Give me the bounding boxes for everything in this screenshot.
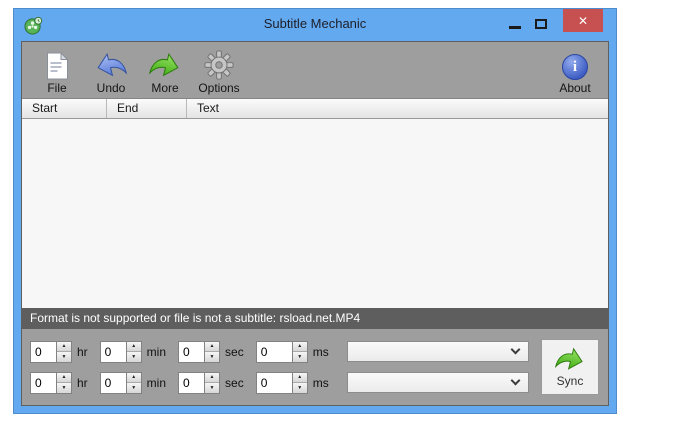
time-row-1: ▲ ▼ hr ▲ ▼ min <box>30 340 529 363</box>
sec-label: sec <box>225 344 244 359</box>
undo-icon <box>95 49 127 80</box>
spin-down-icon[interactable]: ▼ <box>292 383 307 393</box>
spin-up-icon[interactable]: ▲ <box>126 341 141 352</box>
min-label: min <box>146 344 167 359</box>
options-button[interactable]: Options <box>192 49 246 95</box>
spin-up-icon[interactable]: ▲ <box>205 341 220 352</box>
column-header-text[interactable]: Text <box>187 99 608 118</box>
about-button-label: About <box>559 81 591 95</box>
hr-label: hr <box>77 375 88 390</box>
titlebar[interactable]: Subtitle Mechanic ✕ <box>14 9 616 41</box>
minutes-input-row2[interactable] <box>99 371 126 394</box>
more-button[interactable]: More <box>138 49 192 95</box>
file-icon <box>46 49 69 80</box>
undo-button-label: Undo <box>96 81 126 95</box>
min-label: min <box>146 375 167 390</box>
ms-label: ms <box>312 344 329 359</box>
sync-arrow-icon <box>555 346 585 373</box>
chevron-down-icon <box>510 375 521 386</box>
client-area: File Undo More Options i About Start End… <box>21 41 609 406</box>
hours-spinner-row2: ▲ ▼ <box>30 371 72 394</box>
milliseconds-input-row2[interactable] <box>255 371 292 394</box>
minutes-spin-buttons-row2: ▲ ▼ <box>125 371 142 394</box>
hours-spinner-row1: ▲ ▼ <box>30 340 72 363</box>
hours-spin-buttons-row1: ▲ ▼ <box>56 340 72 363</box>
seconds-spinner-row2: ▲ ▼ <box>178 371 221 394</box>
app-window: Subtitle Mechanic ✕ File Undo More Optio… <box>13 8 617 414</box>
hours-spin-buttons-row2: ▲ ▼ <box>56 371 72 394</box>
spin-up-icon[interactable]: ▲ <box>205 372 220 383</box>
spin-up-icon[interactable]: ▲ <box>126 372 141 383</box>
spin-down-icon[interactable]: ▼ <box>126 352 141 362</box>
seconds-spin-buttons-row2: ▲ ▼ <box>204 371 221 394</box>
minutes-spin-buttons-row1: ▲ ▼ <box>125 340 142 363</box>
sync-panel: ▲ ▼ hr ▲ ▼ min <box>22 329 608 405</box>
hr-label: hr <box>77 344 88 359</box>
spin-down-icon[interactable]: ▼ <box>205 383 220 393</box>
spin-down-icon[interactable]: ▼ <box>57 383 71 393</box>
milliseconds-spinner-row2: ▲ ▼ <box>255 371 308 394</box>
sec-label: sec <box>225 375 244 390</box>
spin-up-icon[interactable]: ▲ <box>57 341 71 352</box>
more-icon <box>149 49 181 80</box>
subtitle-table-header: Start End Text <box>22 99 608 119</box>
minutes-input-row1[interactable] <box>99 340 126 363</box>
seconds-input-row2[interactable] <box>178 371 205 394</box>
seconds-input-row1[interactable] <box>178 340 205 363</box>
minutes-spinner-row1: ▲ ▼ <box>99 340 142 363</box>
options-button-label: Options <box>198 81 240 95</box>
seconds-spin-buttons-row1: ▲ ▼ <box>204 340 221 363</box>
subtitle-combobox-row2[interactable] <box>346 372 529 393</box>
ms-label: ms <box>312 375 329 390</box>
minutes-spinner-row2: ▲ ▼ <box>99 371 142 394</box>
more-button-label: More <box>151 81 179 95</box>
close-icon: ✕ <box>577 13 589 28</box>
undo-button[interactable]: Undo <box>84 49 138 95</box>
time-rows: ▲ ▼ hr ▲ ▼ min <box>30 340 529 394</box>
window-controls: ✕ <box>502 9 603 39</box>
file-button[interactable]: File <box>30 49 84 95</box>
ms-spin-buttons-row1: ▲ ▼ <box>291 340 308 363</box>
hours-input-row2[interactable] <box>30 371 56 394</box>
spin-down-icon[interactable]: ▼ <box>57 352 71 362</box>
time-row-2: ▲ ▼ hr ▲ ▼ min <box>30 371 529 394</box>
hours-input-row1[interactable] <box>30 340 56 363</box>
milliseconds-spinner-row1: ▲ ▼ <box>255 340 308 363</box>
spin-up-icon[interactable]: ▲ <box>57 372 71 383</box>
options-gear-icon <box>204 49 234 80</box>
chevron-down-icon <box>510 344 521 355</box>
minimize-icon <box>509 25 521 29</box>
spin-down-icon[interactable]: ▼ <box>126 383 141 393</box>
subtitle-list[interactable] <box>22 119 608 308</box>
status-message: Format is not supported or file is not a… <box>30 311 361 325</box>
column-header-start[interactable]: Start <box>22 99 107 118</box>
spin-down-icon[interactable]: ▼ <box>205 352 220 362</box>
seconds-spinner-row1: ▲ ▼ <box>178 340 221 363</box>
maximize-icon <box>535 19 547 29</box>
ms-spin-buttons-row2: ▲ ▼ <box>291 371 308 394</box>
milliseconds-input-row1[interactable] <box>255 340 292 363</box>
sync-button-label: Sync <box>556 374 584 388</box>
spin-up-icon[interactable]: ▲ <box>292 341 307 352</box>
file-button-label: File <box>47 81 67 95</box>
spin-up-icon[interactable]: ▲ <box>292 372 307 383</box>
spin-down-icon[interactable]: ▼ <box>292 352 307 362</box>
sync-button[interactable]: Sync <box>541 339 599 395</box>
toolbar: File Undo More Options i About <box>22 42 608 99</box>
about-info-icon: i <box>562 49 588 80</box>
about-button[interactable]: i About <box>548 49 602 95</box>
status-bar: Format is not supported or file is not a… <box>22 308 608 329</box>
subtitle-combobox-row1[interactable] <box>346 341 529 362</box>
minimize-button[interactable] <box>502 9 528 39</box>
maximize-button[interactable] <box>528 9 554 39</box>
close-button[interactable]: ✕ <box>563 9 603 32</box>
column-header-end[interactable]: End <box>107 99 187 118</box>
